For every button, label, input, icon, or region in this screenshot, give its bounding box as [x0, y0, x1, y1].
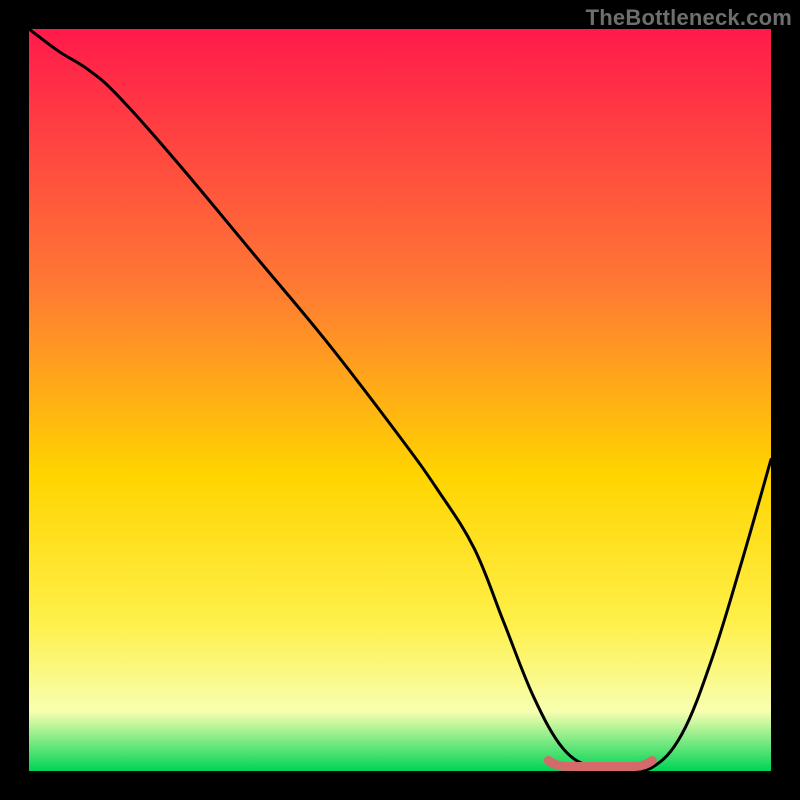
watermark-text: TheBottleneck.com	[586, 5, 792, 31]
bottleneck-chart	[29, 29, 771, 771]
chart-frame	[29, 29, 771, 771]
gradient-background	[29, 29, 771, 771]
